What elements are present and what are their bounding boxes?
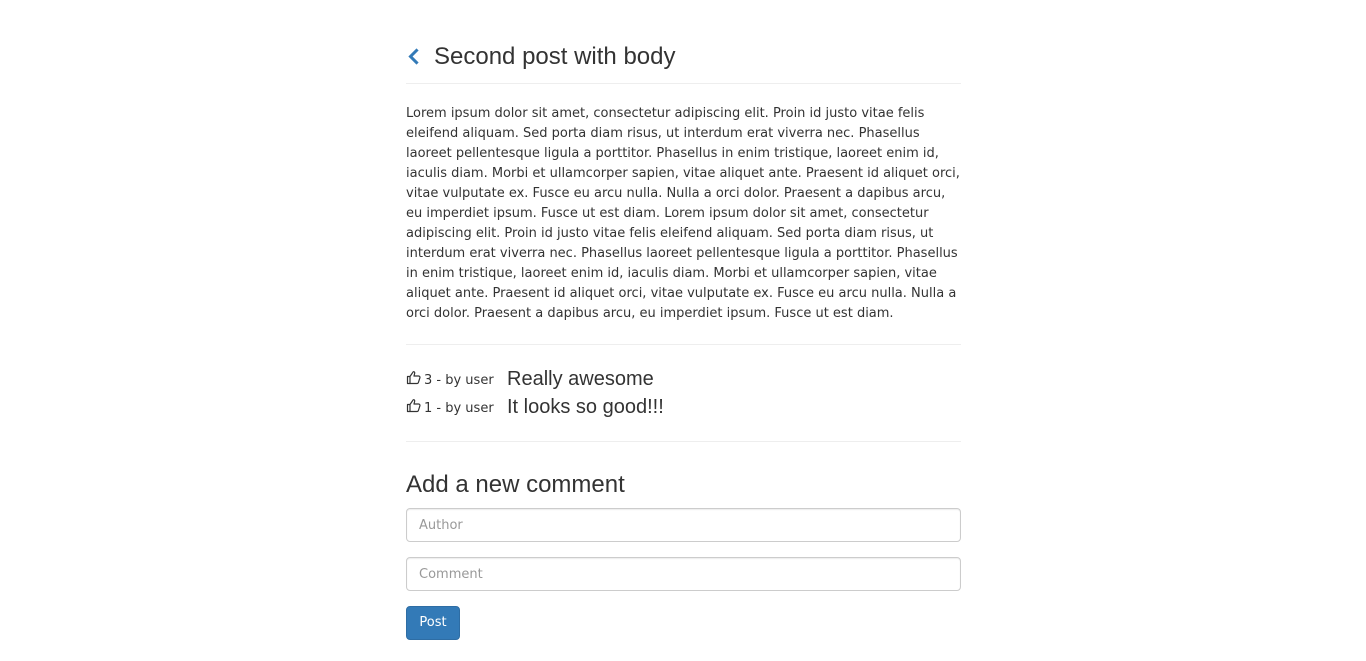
- author-input[interactable]: [406, 508, 961, 542]
- post-body: Lorem ipsum dolor sit amet, consectetur …: [406, 106, 960, 321]
- divider: [406, 344, 961, 345]
- back-link[interactable]: [406, 48, 422, 66]
- post-header: Second post with body: [406, 40, 961, 84]
- comment-form-title: Add a new comment: [406, 471, 625, 498]
- comment-meta: 3 - by user: [424, 373, 494, 388]
- comment-text: Really awesome: [507, 368, 654, 390]
- page-title: Second post with body: [434, 43, 676, 70]
- comment-text: It looks so good!!!: [507, 396, 664, 418]
- comment-input[interactable]: [406, 557, 961, 591]
- divider: [406, 441, 961, 442]
- thumbs-up-icon[interactable]: [406, 398, 421, 413]
- post-button[interactable]: Post: [406, 606, 460, 640]
- list-item: 1 - by user It looks so good!!!: [406, 395, 961, 421]
- thumbs-up-icon[interactable]: [406, 370, 421, 385]
- list-item: 3 - by user Really awesome: [406, 367, 961, 393]
- chevron-left-icon: [408, 48, 419, 65]
- comment-meta: 1 - by user: [424, 401, 494, 416]
